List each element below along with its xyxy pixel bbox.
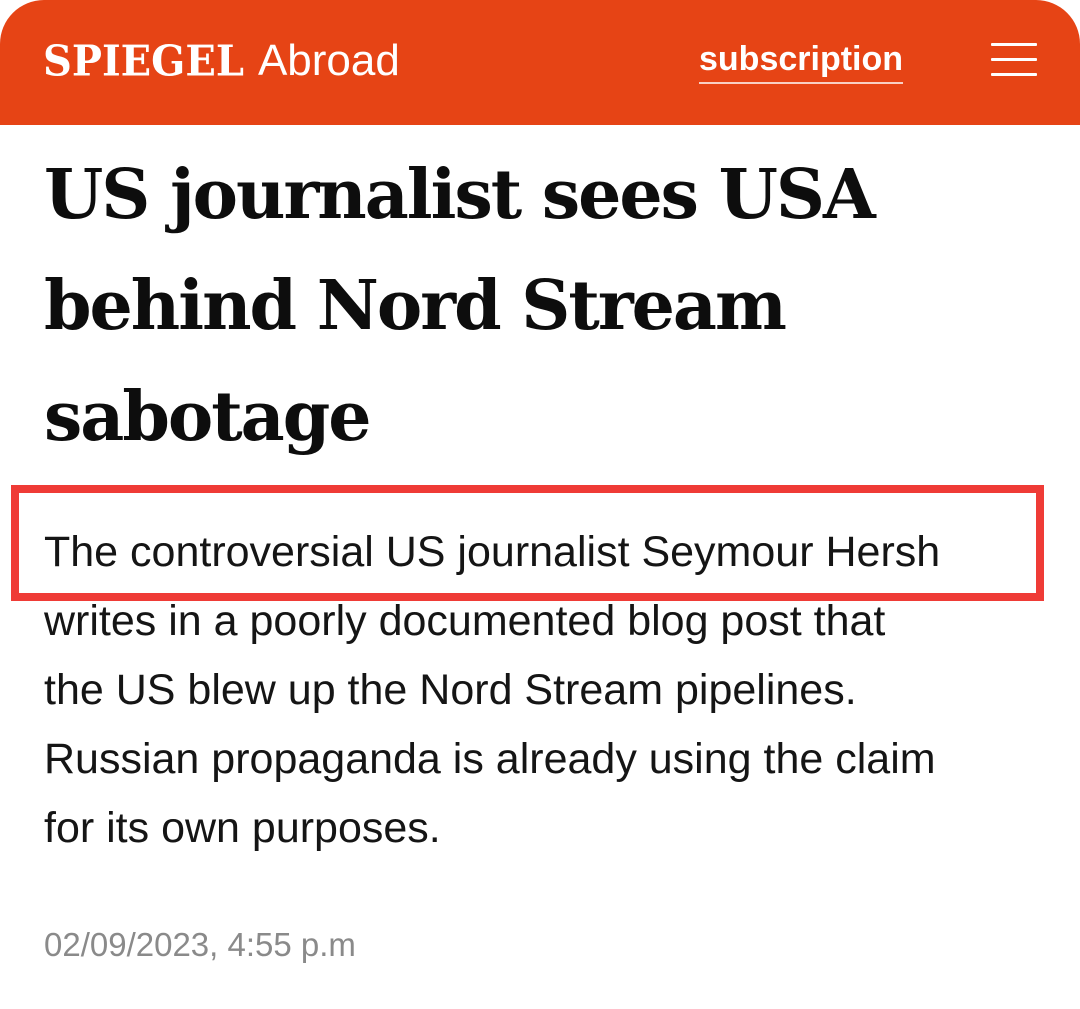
article-teaser: The controversial US journalist Seymour …	[44, 518, 1044, 863]
teaser-line: The controversial US journalist Seymour …	[44, 528, 941, 576]
headline-line: sabotage	[44, 377, 372, 457]
brand[interactable]: SPIEGEL Abroad	[43, 36, 400, 92]
hamburger-menu-icon[interactable]	[991, 43, 1037, 77]
teaser-line: Russian propaganda is already using the …	[44, 735, 936, 783]
site-header: SPIEGEL Abroad subscription	[0, 0, 1080, 125]
menu-bar-bottom	[991, 73, 1037, 76]
headline-line: US journalist sees USA	[44, 155, 876, 235]
headline-line: behind Nord Stream	[44, 266, 787, 346]
subscription-link[interactable]: subscription	[699, 38, 904, 84]
teaser-line: the US blew up the Nord Stream pipelines…	[44, 666, 857, 714]
spiegel-logo[interactable]: SPIEGEL	[43, 37, 244, 86]
teaser-line: writes in a poorly documented blog post …	[44, 597, 886, 645]
article-headline: US journalist sees USA behind Nord Strea…	[44, 140, 1044, 473]
menu-bar-middle	[991, 58, 1037, 61]
teaser-line: for its own purposes.	[44, 804, 441, 852]
article-timestamp: 02/09/2023, 4:55 p.m	[44, 926, 356, 963]
menu-bar-top	[991, 43, 1037, 46]
section-name[interactable]: Abroad	[258, 36, 400, 86]
